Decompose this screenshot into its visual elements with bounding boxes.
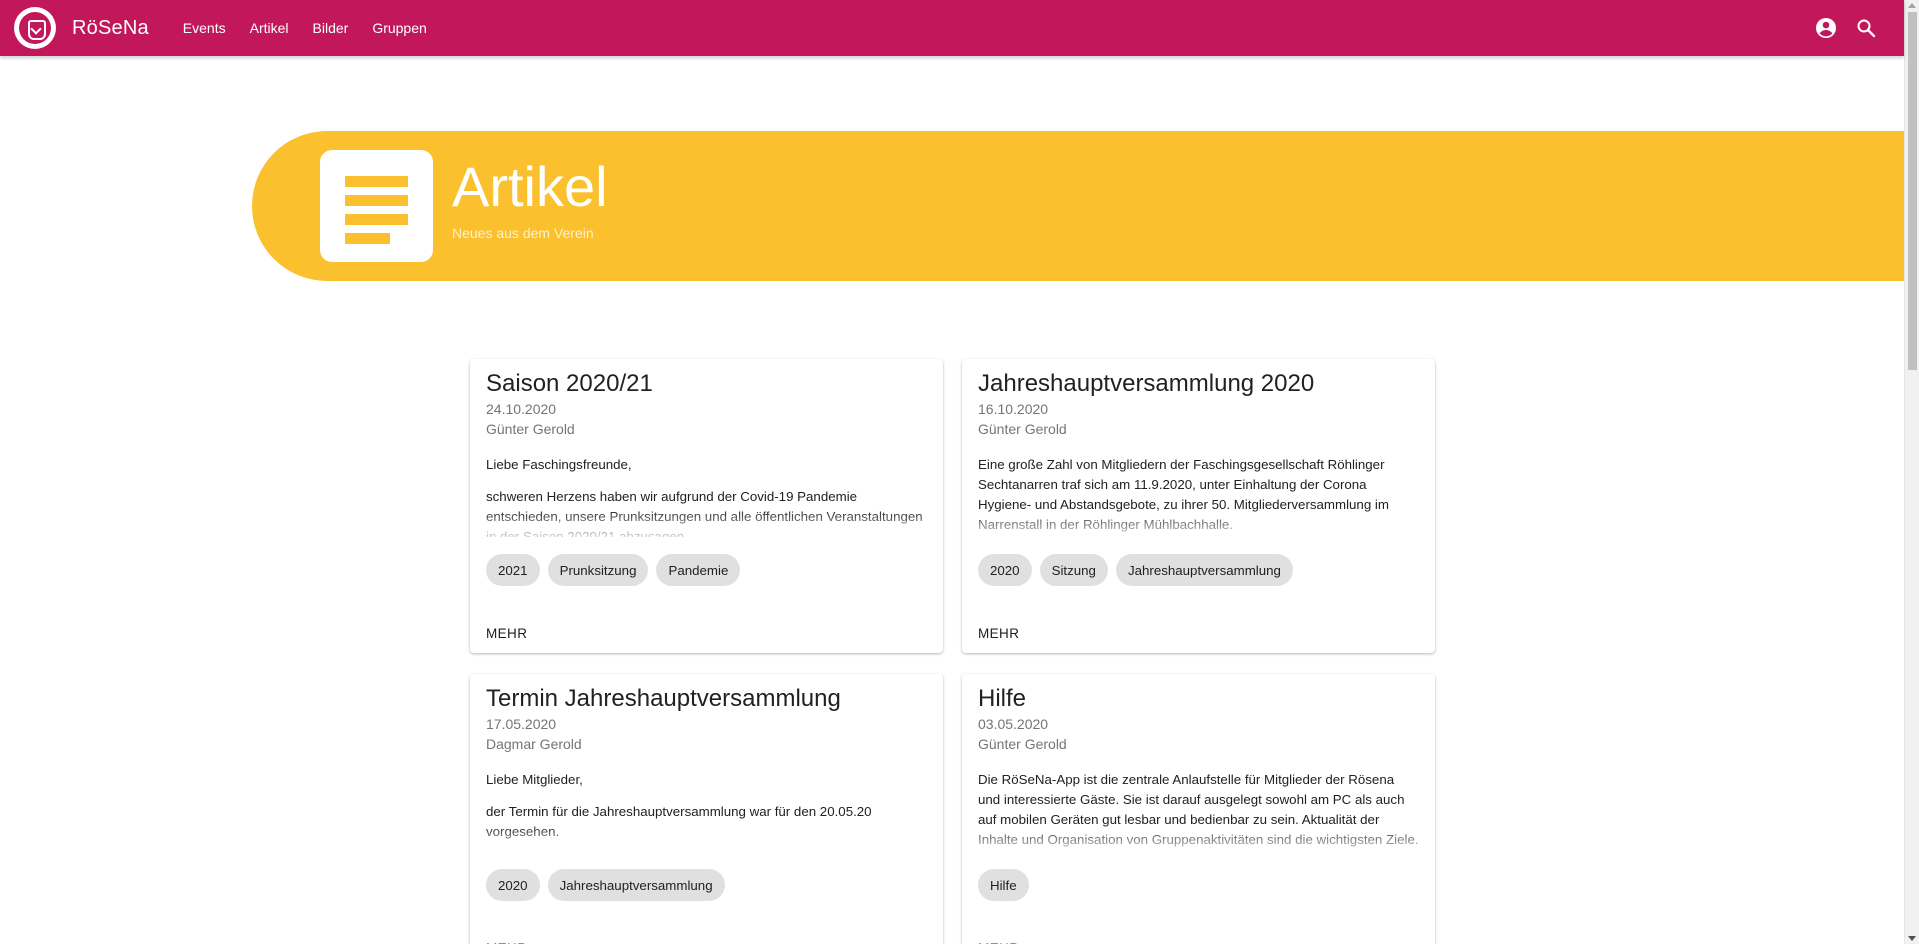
account-button[interactable] <box>1806 8 1846 48</box>
tag-chip[interactable]: Hilfe <box>978 869 1029 901</box>
article-card: Jahreshauptversammlung 2020 16.10.2020 G… <box>962 359 1435 653</box>
article-date: 24.10.2020 <box>486 401 557 417</box>
article-author: Günter Gerold <box>978 421 1067 437</box>
club-logo[interactable] <box>14 7 56 49</box>
excerpt-fade <box>962 509 1435 539</box>
tag-chip[interactable]: 2020 <box>978 554 1032 586</box>
article-date: 16.10.2020 <box>978 401 1049 417</box>
page-subtitle: Neues aus dem Verein <box>452 225 594 241</box>
article-lines-icon <box>320 150 433 262</box>
nav-artikel[interactable]: Artikel <box>238 0 301 56</box>
article-title[interactable]: Termin Jahreshauptversammlung <box>486 685 841 713</box>
scroll-down-arrow-icon[interactable] <box>1908 936 1916 941</box>
tag-chip[interactable]: Sitzung <box>1039 554 1108 586</box>
article-date: 03.05.2020 <box>978 716 1049 732</box>
article-author: Günter Gerold <box>978 736 1067 752</box>
article-author: Günter Gerold <box>486 421 575 437</box>
tag-list: 2020 Jahreshauptversammlung <box>486 869 725 901</box>
more-button[interactable]: MEHR <box>970 930 1027 944</box>
brand-title[interactable]: RöSeNa <box>72 17 149 40</box>
article-card: Termin Jahreshauptversammlung 17.05.2020… <box>470 674 943 944</box>
tag-chip[interactable]: Jahreshauptversammlung <box>547 869 725 901</box>
tag-chip[interactable]: Pandemie <box>656 554 741 586</box>
excerpt-fade <box>470 824 943 854</box>
more-button[interactable]: MEHR <box>970 615 1027 651</box>
more-button[interactable]: MEHR <box>478 615 535 651</box>
scrollbar-thumb[interactable] <box>1908 12 1917 370</box>
nav-events[interactable]: Events <box>171 0 238 56</box>
article-date: 17.05.2020 <box>486 716 557 732</box>
more-button[interactable]: MEHR <box>478 930 535 944</box>
tag-chip[interactable]: 2020 <box>486 869 540 901</box>
tag-list: 2021 Prunksitzung Pandemie <box>486 554 741 586</box>
article-author: Dagmar Gerold <box>486 736 582 752</box>
search-icon <box>1857 19 1876 38</box>
page-scrollbar[interactable] <box>1904 0 1919 944</box>
article-paragraph: Liebe Mitglieder, <box>486 772 583 787</box>
page-header-banner: Artikel Neues aus dem Verein <box>252 131 1904 281</box>
article-title[interactable]: Saison 2020/21 <box>486 370 653 398</box>
viewport: RöSeNa Events Artikel Bilder Gruppen Art… <box>0 0 1919 944</box>
account-circle-icon <box>1816 18 1836 38</box>
page-title: Artikel <box>452 155 608 218</box>
article-title[interactable]: Jahreshauptversammlung 2020 <box>978 370 1314 398</box>
search-button[interactable] <box>1846 8 1886 48</box>
nav-gruppen[interactable]: Gruppen <box>360 0 438 56</box>
top-app-bar: RöSeNa Events Artikel Bilder Gruppen <box>0 0 1904 56</box>
tag-chip[interactable]: Jahreshauptversammlung <box>1115 554 1293 586</box>
article-card: Hilfe 03.05.2020 Günter Gerold Die RöSeN… <box>962 674 1435 944</box>
article-title[interactable]: Hilfe <box>978 685 1026 713</box>
scroll-up-arrow-icon[interactable] <box>1908 3 1916 8</box>
article-card: Saison 2020/21 24.10.2020 Günter Gerold … <box>470 359 943 653</box>
tag-list: 2020 Sitzung Jahreshauptversammlung <box>978 554 1293 586</box>
logo-emblem-icon <box>19 12 51 44</box>
excerpt-fade <box>962 824 1435 854</box>
tag-list: Hilfe <box>978 869 1029 901</box>
article-paragraph: Liebe Faschingsfreunde, <box>486 457 632 472</box>
tag-chip[interactable]: Prunksitzung <box>547 554 649 586</box>
excerpt-fade <box>470 509 943 539</box>
nav-bilder[interactable]: Bilder <box>301 0 361 56</box>
tag-chip[interactable]: 2021 <box>486 554 540 586</box>
